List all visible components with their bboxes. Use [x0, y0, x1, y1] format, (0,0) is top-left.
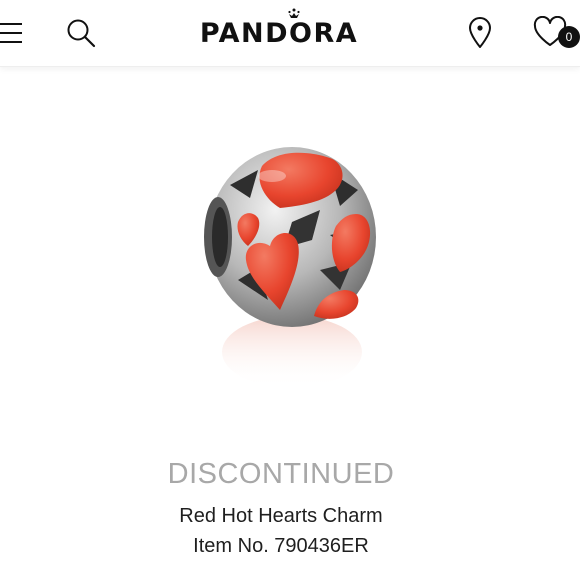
product-title: Red Hot Hearts Charm — [179, 505, 383, 527]
brand-name: PANDORA — [199, 18, 359, 49]
hamburger-menu-icon[interactable] — [0, 20, 24, 46]
wishlist-count-badge: 0 — [558, 26, 580, 48]
product-status-label: DISCONTINUED — [167, 458, 395, 490]
product-item-number: Item No. 790436ER — [193, 535, 369, 557]
search-icon[interactable] — [66, 18, 96, 48]
top-nav-bar: PANDORA 0 — [0, 0, 580, 67]
brand-logo[interactable]: PANDORA — [196, 8, 362, 52]
location-pin-icon[interactable] — [467, 16, 493, 50]
wishlist-button[interactable]: 0 — [532, 15, 580, 52]
product-page: PANDORA 0 DISCONTINUED Red Hot Hearts Ch… — [0, 0, 580, 580]
product-image — [204, 147, 376, 388]
